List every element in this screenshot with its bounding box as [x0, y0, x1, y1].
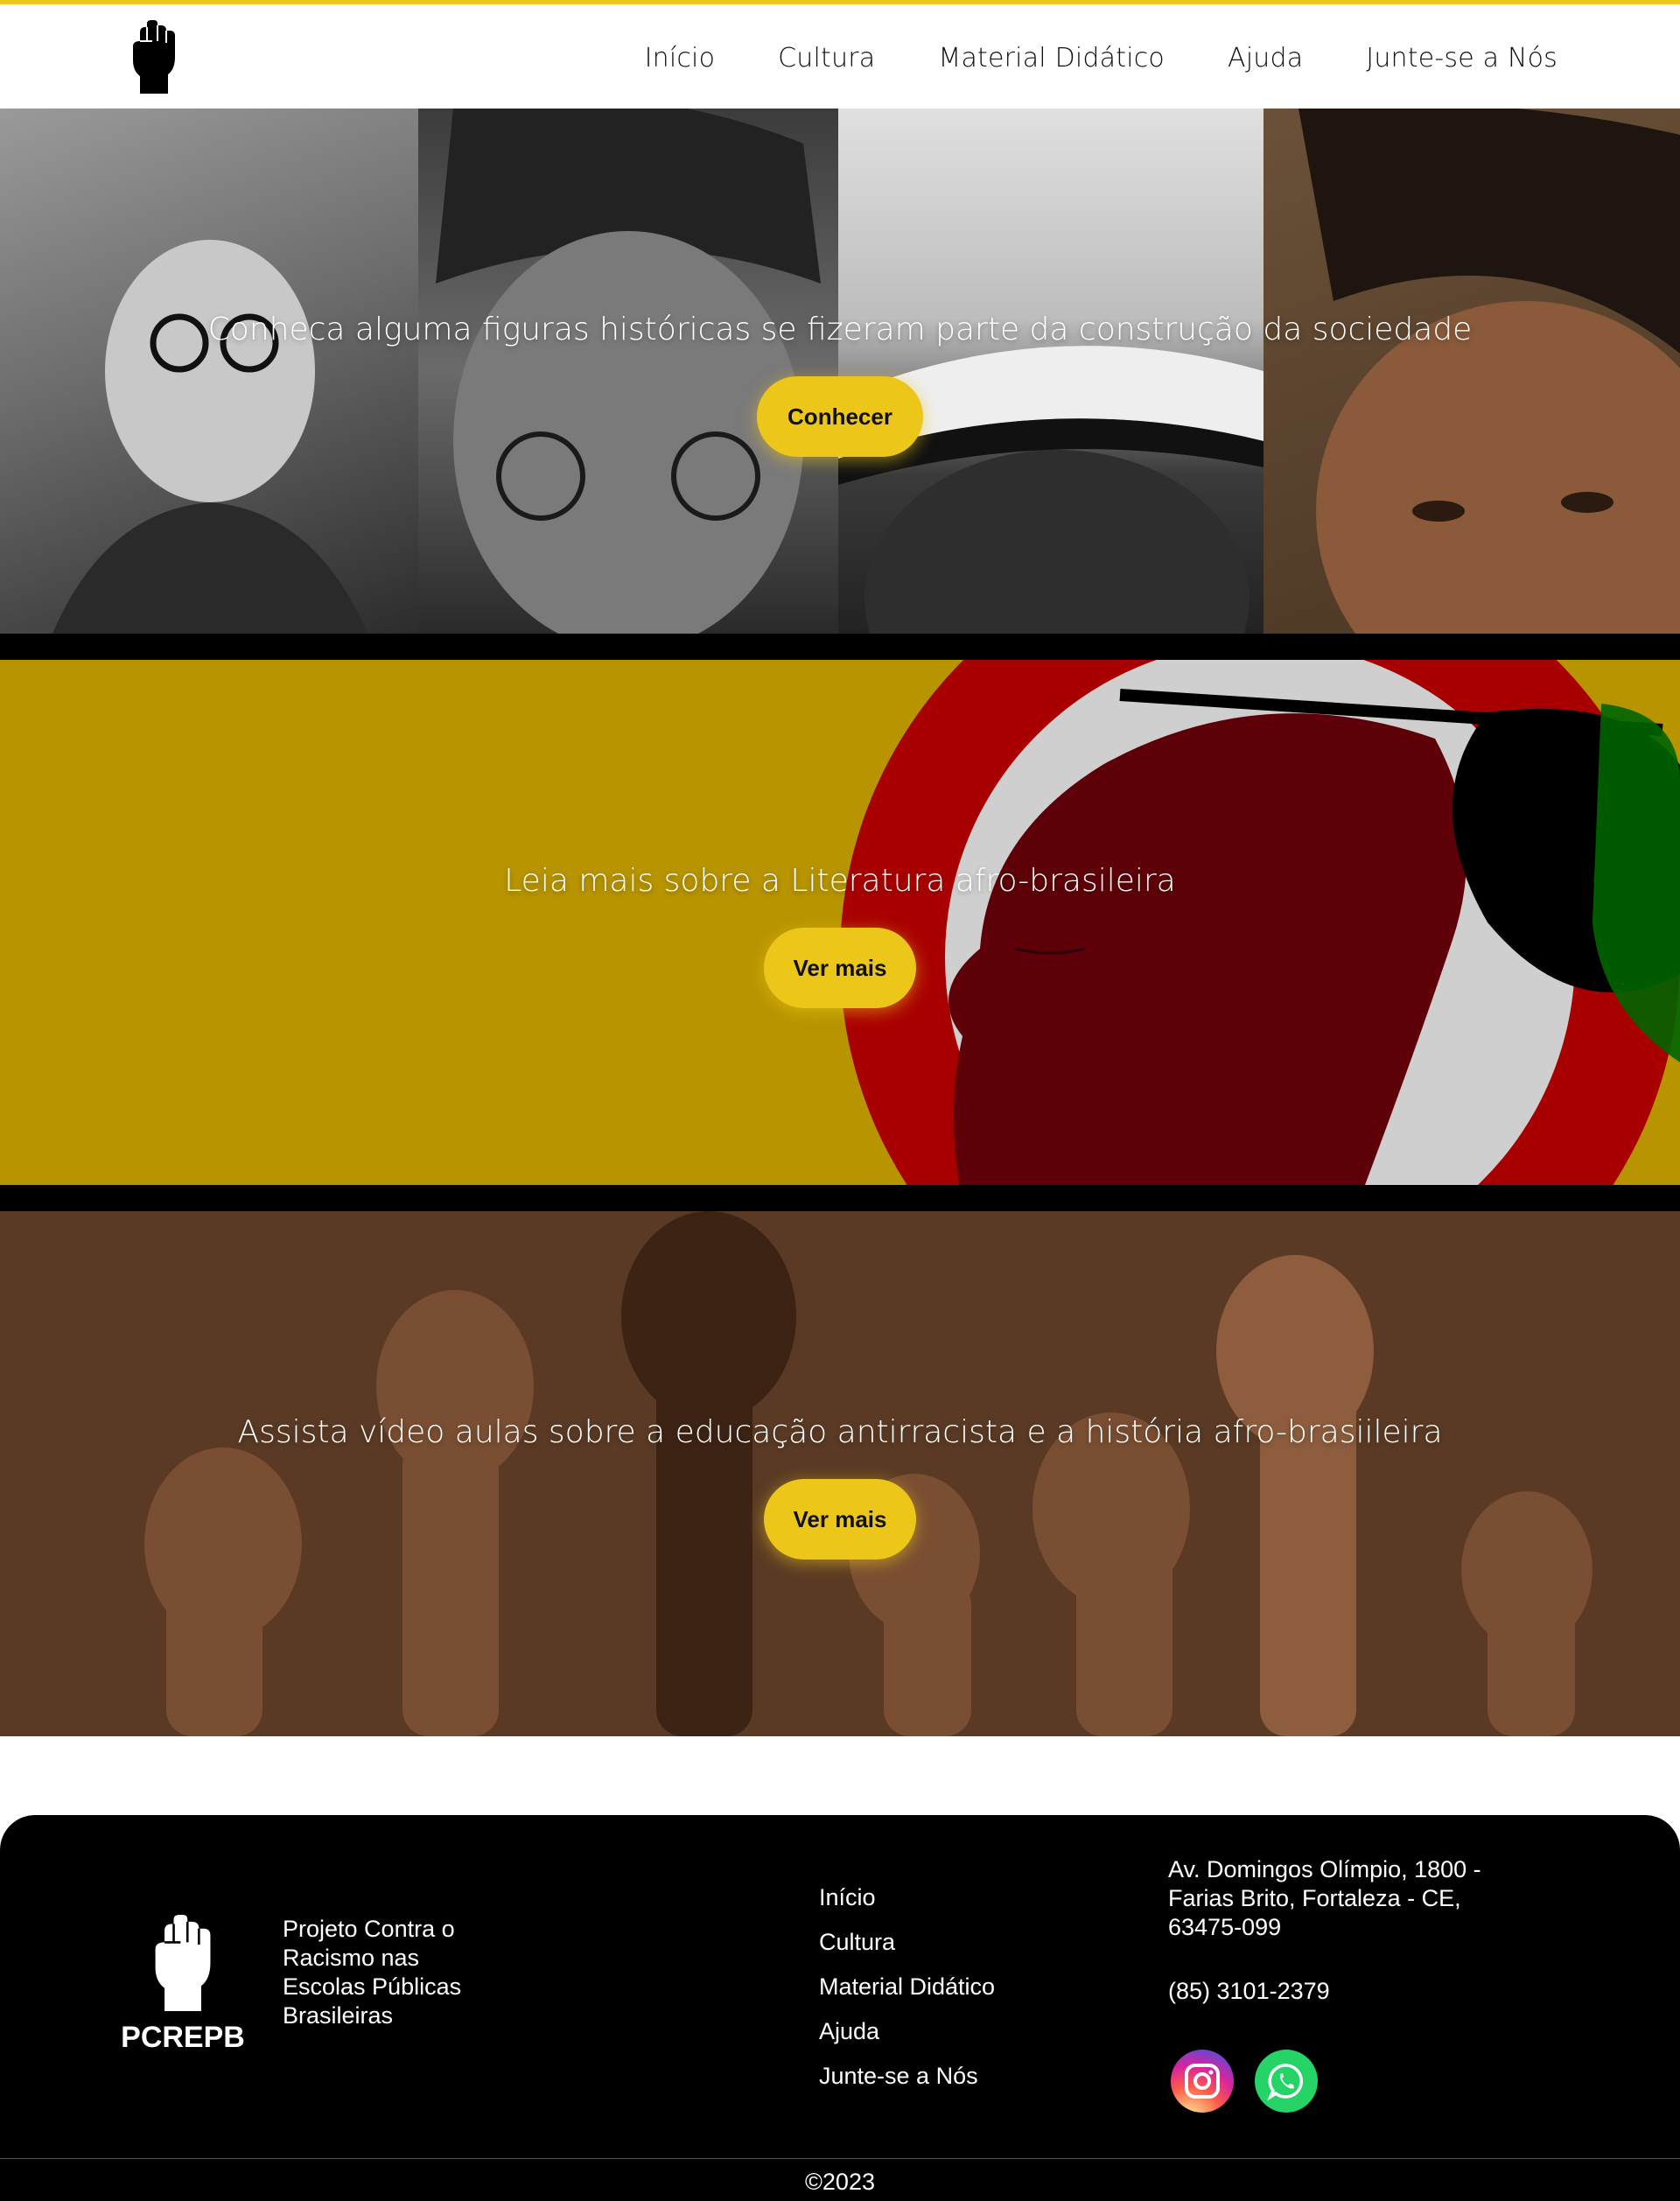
nav-inicio[interactable]: Início	[645, 43, 716, 74]
literature-section: Leia mais sobre a Literatura afro-brasil…	[0, 660, 1680, 1185]
literature-text: Leia mais sobre a Literatura afro-brasil…	[504, 863, 1176, 899]
literature-ver-mais-button[interactable]: Ver mais	[764, 928, 916, 1008]
video-lessons-section: Assista vídeo aulas sobre a educação ant…	[0, 1211, 1680, 1736]
historical-figures-text: Conheca alguma figuras históricas se fiz…	[207, 312, 1473, 347]
section-divider	[0, 1185, 1680, 1211]
footer-link-junte-se[interactable]: Junte-se a Nós	[819, 2060, 995, 2092]
portrait-panel-3	[838, 109, 1264, 634]
footer-link-inicio[interactable]: Início	[819, 1882, 995, 1914]
video-ver-mais-button[interactable]: Ver mais	[764, 1479, 916, 1560]
nav-junte-se[interactable]: Junte-se a Nós	[1366, 43, 1558, 74]
literature-illustration	[840, 660, 1680, 1185]
whatsapp-icon[interactable]	[1255, 2050, 1318, 2113]
portrait-panel-2	[418, 109, 838, 634]
section-divider	[0, 634, 1680, 660]
video-lessons-text: Assista vídeo aulas sobre a educação ant…	[237, 1414, 1443, 1450]
footer-link-ajuda[interactable]: Ajuda	[819, 2015, 995, 2048]
raised-fist-icon	[155, 1915, 211, 2011]
footer-phone: (85) 3101-2379	[1168, 1978, 1330, 2004]
nav-ajuda[interactable]: Ajuda	[1228, 43, 1303, 74]
footer-links: Início Cultura Material Didático Ajuda J…	[819, 1882, 995, 2092]
footer-brand: PCREPB	[117, 1915, 248, 2055]
instagram-icon[interactable]	[1171, 2050, 1234, 2113]
footer-brand-name: PCREPB	[121, 2021, 245, 2054]
footer-link-material-didatico[interactable]: Material Didático	[819, 1971, 995, 2003]
raised-fist-icon[interactable]	[128, 20, 180, 94]
main-nav: Início Cultura Material Didático Ajuda J…	[645, 43, 1558, 74]
footer-divider	[0, 2158, 1680, 2159]
footer-address: Av. Domingos Olímpio, 1800 - Farias Brit…	[1168, 1856, 1481, 1940]
historical-figures-section: Conheca alguma figuras históricas se fiz…	[0, 109, 1680, 634]
footer-link-cultura[interactable]: Cultura	[819, 1926, 995, 1959]
footer-social	[1171, 2050, 1318, 2113]
nav-material-didatico[interactable]: Material Didático	[938, 43, 1165, 74]
footer-tagline: Projeto Contra o Racismo nas Escolas Púb…	[283, 1916, 462, 2029]
portrait-panel-4	[1264, 109, 1680, 634]
footer-copyright: ©2023	[805, 2169, 875, 2195]
portrait-panel-1	[0, 109, 418, 634]
site-footer: PCREPB Projeto Contra o Racismo nas Esco…	[0, 1815, 1680, 2201]
raised-fists-photo	[0, 1211, 1680, 1736]
conhecer-button[interactable]: Conhecer	[757, 376, 923, 457]
site-header: Início Cultura Material Didático Ajuda J…	[0, 0, 1680, 109]
nav-cultura[interactable]: Cultura	[778, 43, 875, 74]
